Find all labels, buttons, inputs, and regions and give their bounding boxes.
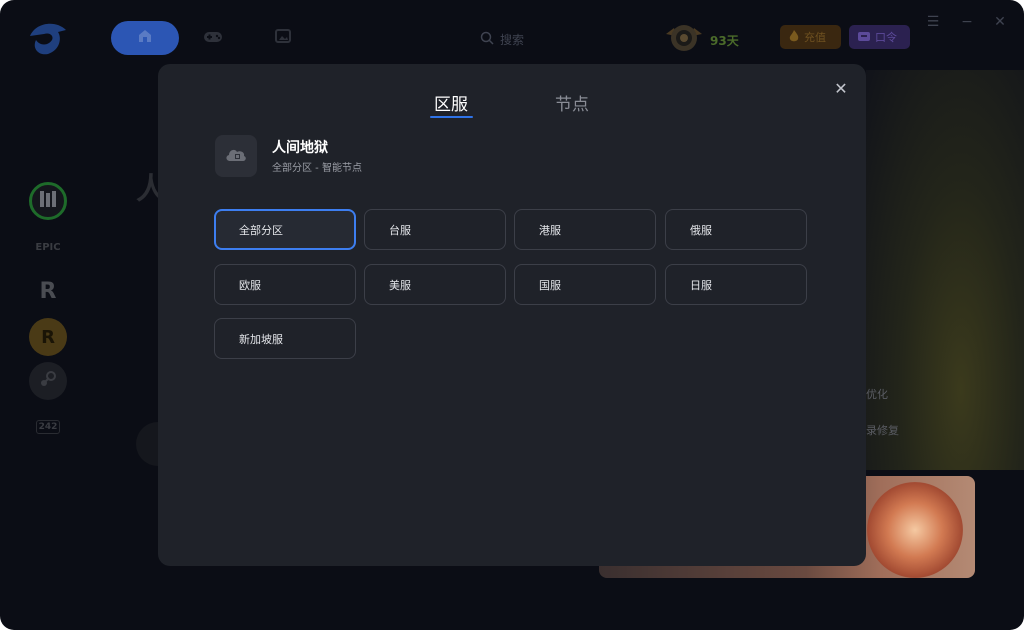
code-button[interactable]: 口令 xyxy=(849,25,910,49)
nav-gallery-button[interactable] xyxy=(266,21,300,55)
flame-icon xyxy=(788,29,800,46)
steam-logo-icon xyxy=(37,368,59,394)
region-us-button[interactable]: 美服 xyxy=(364,264,506,305)
app-window: 人 优化 录修复 搜索 93天 充值 口令 ☰ − ✕ EPIC R R 242… xyxy=(0,0,1024,630)
game-icon xyxy=(215,135,257,177)
region-cn-button[interactable]: 国服 xyxy=(514,264,656,305)
menu-icon[interactable]: ☰ xyxy=(925,14,941,30)
region-hk-button[interactable]: 港服 xyxy=(514,209,656,250)
sidebar-item-steam[interactable] xyxy=(29,362,67,400)
app-logo-icon[interactable] xyxy=(26,18,70,58)
search-placeholder: 搜索 xyxy=(500,32,525,47)
sidebar-item-hero-game[interactable] xyxy=(29,182,67,220)
riot-logo-icon: R xyxy=(39,278,57,304)
background-label-repair: 录修复 xyxy=(866,424,899,437)
region-all-button[interactable]: 全部分区 xyxy=(214,209,356,250)
cloud-icon xyxy=(224,145,248,167)
gift-code-icon xyxy=(857,30,871,45)
close-icon[interactable]: ✕ xyxy=(832,80,850,98)
epic-logo-icon: EPIC xyxy=(35,241,61,253)
rank-days-text: 93天 xyxy=(710,33,739,48)
background-label-optimize: 优化 xyxy=(866,388,888,401)
sidebar-item-rockstar[interactable]: R xyxy=(29,318,67,356)
search-box[interactable]: 搜索 xyxy=(480,28,524,50)
gallery-icon xyxy=(275,28,291,48)
tab-region[interactable]: 区服 xyxy=(434,90,468,115)
region-tw-button[interactable]: 台服 xyxy=(364,209,506,250)
search-icon xyxy=(480,31,494,48)
nav-home-button[interactable] xyxy=(111,21,179,55)
region-jp-button[interactable]: 日服 xyxy=(665,264,807,305)
promo-swirl-graphic xyxy=(867,482,963,578)
tab-node[interactable]: 节点 xyxy=(555,90,589,115)
window-close-icon[interactable]: ✕ xyxy=(992,14,1008,30)
rockstar-logo-icon: R xyxy=(41,326,55,348)
region-select-modal: ✕ 区服 节点 人间地狱 全部分区 - 智能节点 全部分区 台服 港服 俄服 欧… xyxy=(158,64,866,566)
recharge-label: 充值 xyxy=(804,31,826,44)
recharge-button[interactable]: 充值 xyxy=(780,25,841,49)
gamepad-icon xyxy=(203,29,223,48)
rank-badge[interactable]: 93天 xyxy=(662,20,739,60)
more-count-badge: 242 xyxy=(35,420,61,434)
game-subtitle: 全部分区 - 智能节点 xyxy=(272,163,362,174)
sidebar-item-more[interactable]: 242 xyxy=(29,408,67,446)
region-eu-button[interactable]: 欧服 xyxy=(214,264,356,305)
game-title: 人间地狱 xyxy=(272,140,328,156)
active-tab-indicator xyxy=(430,116,473,118)
home-icon xyxy=(137,28,153,48)
region-ru-button[interactable]: 俄服 xyxy=(665,209,807,250)
code-label: 口令 xyxy=(875,31,897,44)
region-sg-button[interactable]: 新加坡服 xyxy=(214,318,356,359)
background-art xyxy=(866,70,1024,470)
hero-game-logo-icon xyxy=(36,187,60,215)
nav-games-button[interactable] xyxy=(196,21,230,55)
sidebar-item-riot[interactable]: R xyxy=(29,272,67,310)
rank-medal-icon xyxy=(662,20,706,60)
minimize-icon[interactable]: − xyxy=(959,14,975,30)
sidebar-item-epic[interactable]: EPIC xyxy=(29,228,67,266)
